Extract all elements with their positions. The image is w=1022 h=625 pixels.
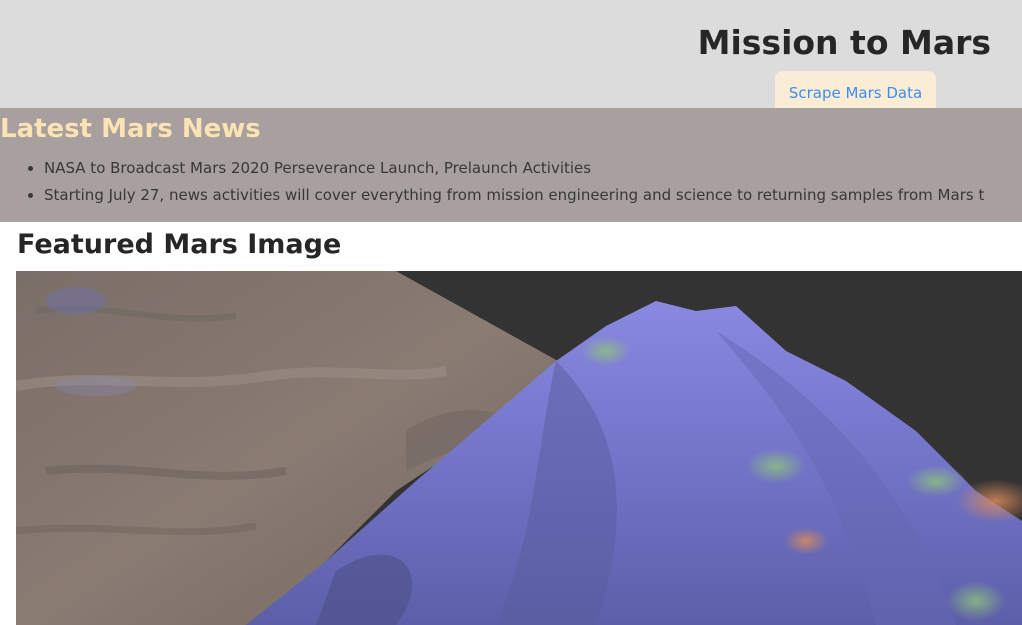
news-paragraph-item: Starting July 27, news activities will c… — [44, 182, 1022, 209]
news-heading: Latest Mars News — [0, 114, 261, 144]
mars-terrain-image — [16, 271, 1022, 625]
page: Mission to Mars Scrape Mars Data Latest … — [0, 0, 1022, 625]
jumbotron-header: Mission to Mars Scrape Mars Data — [0, 0, 1022, 116]
news-title-item: NASA to Broadcast Mars 2020 Perseverance… — [44, 155, 1022, 182]
featured-mars-image — [16, 271, 1022, 625]
news-list: NASA to Broadcast Mars 2020 Perseverance… — [24, 155, 1022, 209]
featured-image-heading: Featured Mars Image — [17, 229, 342, 260]
latest-news-section: Latest Mars News NASA to Broadcast Mars … — [0, 108, 1022, 222]
page-title: Mission to Mars — [697, 23, 991, 62]
